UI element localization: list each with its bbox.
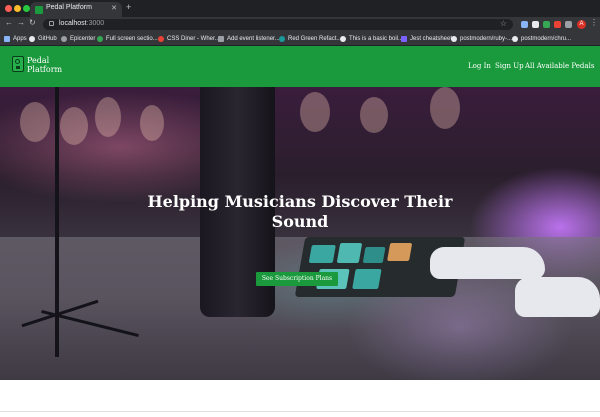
bookmark-label: Epicenter (70, 36, 96, 42)
tab-close-icon[interactable]: ✕ (111, 4, 117, 12)
logo-line-2: Platform (27, 65, 63, 74)
subscription-plans-button[interactable]: See Subscription Plans (256, 272, 338, 286)
bookmark-label: Red Green Refact... (288, 36, 342, 42)
signup-link[interactable]: Sign Up (495, 62, 524, 70)
bookmark-item[interactable]: This is a basic boil... (340, 34, 403, 44)
logo-switch (16, 66, 20, 69)
page-icon (97, 36, 103, 42)
bookmark-item[interactable]: Jest cheatsheet (401, 34, 452, 44)
logo-knob (15, 59, 20, 64)
extension-icon[interactable] (532, 21, 539, 28)
profile-avatar[interactable]: A (577, 20, 586, 29)
pedal-logo-icon[interactable] (12, 56, 24, 72)
bookmark-label: Apps (13, 36, 27, 42)
logo-line-1: Pedal (27, 56, 50, 65)
effect-pedal (308, 245, 336, 263)
crowd-figure (300, 92, 330, 132)
divider (0, 411, 600, 412)
bookmark-label: GitHub (38, 36, 57, 42)
extension-icon[interactable] (554, 21, 561, 28)
browser-menu-icon[interactable]: ⋮ (590, 18, 598, 27)
bookmark-label: This is a basic boil... (349, 36, 404, 42)
jest-icon (401, 36, 407, 42)
login-link[interactable]: Log In (468, 62, 491, 70)
url-text: localhost:3000 (59, 20, 104, 27)
minimize-window-button[interactable] (14, 5, 21, 12)
url-host: localhost (59, 20, 87, 27)
extension-icon[interactable] (543, 21, 550, 28)
hero-title: Helping Musicians Discover Their Sound (0, 192, 600, 232)
bookmark-label: postmodern/ruby-... (460, 36, 513, 42)
bookmark-item[interactable]: postmodern/chru... (512, 34, 571, 44)
github-icon (451, 36, 457, 42)
reload-icon[interactable]: ↻ (29, 18, 36, 27)
github-icon (512, 36, 518, 42)
bookmark-item[interactable]: CSS Diner - Wher... (158, 34, 220, 44)
bookmark-item[interactable]: postmodern/ruby-... (451, 34, 512, 44)
bookmark-label: postmodern/chru... (521, 36, 572, 42)
epicenter-icon (61, 36, 67, 42)
tab-favicon-icon (35, 6, 43, 14)
bookmark-label: Jest cheatsheet (410, 36, 453, 42)
crowd-figure (20, 102, 50, 142)
bookmark-item[interactable]: Red Green Refact... (279, 34, 341, 44)
effect-pedal (387, 243, 413, 261)
bookmark-label: Full screen sectio... (106, 36, 158, 42)
bookmark-item[interactable]: GitHub (29, 34, 57, 44)
page-icon (279, 36, 285, 42)
sneaker (515, 277, 600, 317)
crowd-figure (95, 97, 121, 137)
extension-icon[interactable] (521, 21, 528, 28)
hero-banner: Helping Musicians Discover Their Sound S… (0, 87, 600, 380)
github-icon (340, 36, 346, 42)
tab-title: Pedal Platform (46, 4, 92, 11)
hero-title-line-2: Sound (271, 212, 329, 231)
new-tab-button[interactable]: + (126, 2, 131, 12)
effect-pedal (336, 243, 363, 263)
extensions-puzzle-icon[interactable] (565, 21, 572, 28)
bookmarks-bar: Apps GitHub Epicenter Full screen sectio… (0, 32, 600, 46)
bookmark-item[interactable]: Epicenter (61, 34, 95, 44)
effect-pedal (352, 269, 382, 289)
forward-arrow-icon[interactable]: → (17, 18, 25, 27)
github-icon (29, 36, 35, 42)
bookmark-item[interactable]: Add event listener... (218, 34, 280, 44)
browser-tab-bar: Pedal Platform ✕ + (0, 0, 600, 17)
crowd-figure (360, 97, 388, 133)
bookmark-label: CSS Diner - Wher... (167, 36, 220, 42)
info-icon[interactable] (49, 21, 54, 26)
back-arrow-icon[interactable]: ← (5, 18, 13, 27)
page-content-below-hero (0, 380, 600, 417)
all-pedals-link[interactable]: All Available Pedals (525, 62, 594, 70)
site-header: Pedal Platform Log In Sign Up All Availa… (0, 46, 600, 87)
close-window-button[interactable] (5, 5, 12, 12)
url-port: :3000 (86, 20, 105, 27)
sneaker (430, 247, 545, 279)
hero-title-line-1: Helping Musicians Discover Their (147, 192, 453, 211)
crowd-figure (430, 87, 460, 129)
crowd-figure (140, 105, 164, 141)
crowd-figure (60, 107, 88, 145)
bookmark-item[interactable]: Full screen sectio... (97, 34, 158, 44)
bookmark-label: Add event listener... (227, 36, 280, 42)
page-icon (218, 36, 224, 42)
apps-grid-icon (4, 36, 10, 42)
site-logo-text[interactable]: Pedal Platform (27, 56, 62, 74)
css-diner-icon (158, 36, 164, 42)
bookmark-item[interactable]: Apps (4, 34, 27, 44)
bookmark-star-icon[interactable]: ☆ (500, 19, 507, 28)
browser-toolbar: ← → ↻ localhost:3000 ☆ A ⋮ (0, 17, 600, 32)
address-bar[interactable]: localhost:3000 ☆ (43, 19, 513, 30)
browser-tab[interactable]: Pedal Platform ✕ (30, 2, 122, 17)
maximize-window-button[interactable] (23, 5, 30, 12)
effect-pedal (362, 247, 386, 263)
